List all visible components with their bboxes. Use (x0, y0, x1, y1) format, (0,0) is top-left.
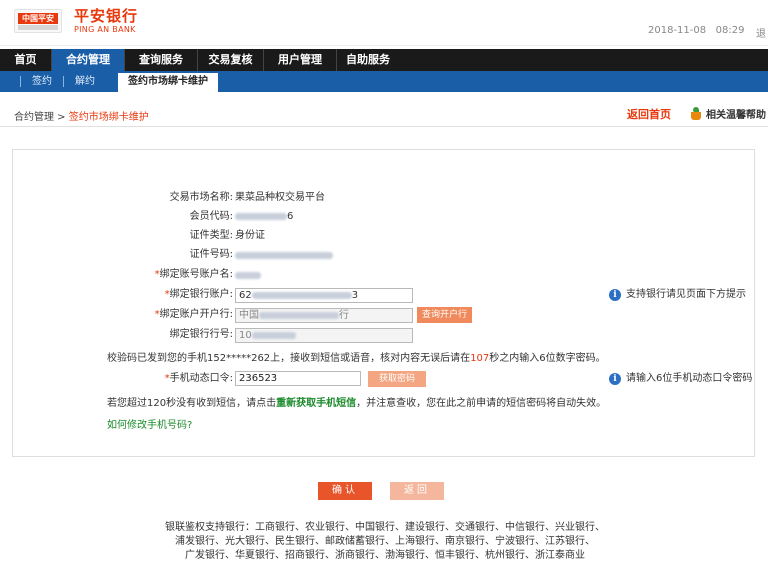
cert-type-value: 身份证 (235, 230, 265, 241)
market-name-label: 交易市场名称: (169, 192, 233, 203)
subnav-card-binding-maintenance[interactable]: 签约市场绑卡维护 (118, 71, 218, 92)
header-date: 2018-11-08 (648, 25, 707, 36)
nav-self-service[interactable]: 自助服务 (337, 49, 399, 71)
info-icon: i (609, 289, 621, 301)
otp-label: 手机动态口令: (169, 373, 233, 384)
subnav-cancel[interactable]: 解约 (64, 71, 106, 92)
resend-sms-link[interactable]: 重新获取手机短信 (276, 398, 356, 409)
subnav-sign[interactable]: 签约 (21, 71, 63, 92)
sms-sent-notice: 校验码已发到您的手机152*****262上，接收到短信或语音，核对内容无误后请… (107, 353, 606, 364)
cert-number-label: 证件号码: (189, 249, 233, 260)
nav-query-service[interactable]: 查询服务 (125, 49, 198, 71)
get-otp-button[interactable]: 获取密码 (368, 371, 426, 387)
header-time: 08:29 (715, 25, 745, 36)
change-phone-link[interactable]: 如何修改手机号码? (107, 416, 192, 431)
cert-type-label: 证件类型: (189, 230, 233, 241)
account-name-label: 绑定账号账户名: (159, 269, 233, 280)
account-bank-field: 中国行 (235, 308, 413, 323)
bank-logo[interactable]: 中国平安 平安银行 PING AN BANK (14, 8, 138, 34)
brand-name-en: PING AN BANK (74, 25, 136, 34)
sub-nav: 签约 解约 签约市场绑卡维护 (0, 71, 768, 92)
resend-notice: 若您超过120秒没有收到短信，请点击重新获取手机短信，并注意查收，您在此之前申请… (107, 398, 607, 409)
bank-account-field[interactable]: 62 3 (235, 288, 413, 303)
back-button[interactable]: 返回 (390, 482, 444, 500)
account-bank-label: 绑定账户开户行: (159, 309, 233, 320)
nav-home[interactable]: 首页 (0, 49, 52, 71)
bank-account-label: 绑定银行账户: (169, 289, 233, 300)
otp-hint: i 请输入6位手机动态口令密码 (609, 371, 752, 387)
banks-line: 浦发银行、光大银行、民生银行、邮政储蓄银行、上海银行、南京银行、宁波银行、江苏银… (175, 536, 595, 547)
banks-line: 银联鉴权支持银行：工商银行、农业银行、中国银行、建设银行、交通银行、中信银行、兴… (165, 522, 605, 533)
redacted-blur (235, 271, 261, 279)
redacted-blur (235, 251, 333, 259)
market-name-value: 果菜品种权交易平台 (235, 192, 325, 203)
binding-form-panel: 交易市场名称: 果菜品种权交易平台 会员代码: 6 证件类型: 身份证 证件号码… (12, 149, 755, 457)
logout-link[interactable]: 退 (756, 25, 766, 40)
nav-contract-management[interactable]: 合约管理 (52, 49, 125, 71)
banks-line: 广发银行、华夏银行、招商银行、浙商银行、渤海银行、恒丰银行、杭州银行、浙江泰商业 (185, 550, 585, 561)
countdown-seconds: 107 (470, 353, 490, 364)
confirm-button[interactable]: 确认 (318, 482, 372, 500)
ping-an-group-logo: 中国平安 (14, 9, 62, 33)
breadcrumb: 合约管理 > 签约市场绑卡维护 (14, 108, 149, 123)
header-datetime: 2018-11-08 08:29 (648, 25, 745, 36)
main-nav: 首页 合约管理 查询服务 交易复核 用户管理 自助服务 (0, 49, 768, 71)
query-bank-button[interactable]: 查询开户行 (417, 307, 473, 323)
cert-number-value (235, 247, 333, 263)
nav-transaction-review[interactable]: 交易复核 (198, 49, 264, 71)
supported-banks-notice: 银联鉴权支持银行：工商银行、农业银行、中国银行、建设银行、交通银行、中信银行、兴… (150, 521, 620, 561)
redacted-blur (235, 212, 287, 220)
member-code-value: 6 (235, 209, 293, 225)
help-link[interactable]: 相关温馨帮助 (690, 106, 766, 121)
breadcrumb-separator: > (54, 112, 69, 123)
help-link-label: 相关温馨帮助 (706, 110, 766, 121)
member-code-label: 会员代码: (189, 211, 233, 222)
bank-code-field: 10 (235, 328, 413, 343)
account-name-value (235, 267, 261, 283)
form-row-market-name: 交易市场名称: (13, 190, 233, 206)
top-header: 中国平安 平安银行 PING AN BANK 2018-11-08 08:29 … (0, 0, 768, 46)
bank-code-label: 绑定银行行号: (169, 329, 233, 340)
breadcrumb-divider (0, 126, 768, 127)
back-home-link[interactable]: 返回首页 (627, 106, 671, 122)
info-icon: i (609, 373, 621, 385)
supported-banks-hint: i 支持银行请见页面下方提示 (609, 287, 746, 303)
plant-pot-icon (690, 106, 702, 121)
otp-input[interactable]: 236523 (235, 371, 361, 386)
nav-user-management[interactable]: 用户管理 (264, 49, 337, 71)
breadcrumb-current: 签约市场绑卡维护 (68, 112, 149, 123)
breadcrumb-parent[interactable]: 合约管理 (14, 112, 54, 123)
logo-box-label: 中国平安 (18, 13, 58, 24)
brand-name-cn: 平安银行 (74, 7, 139, 25)
